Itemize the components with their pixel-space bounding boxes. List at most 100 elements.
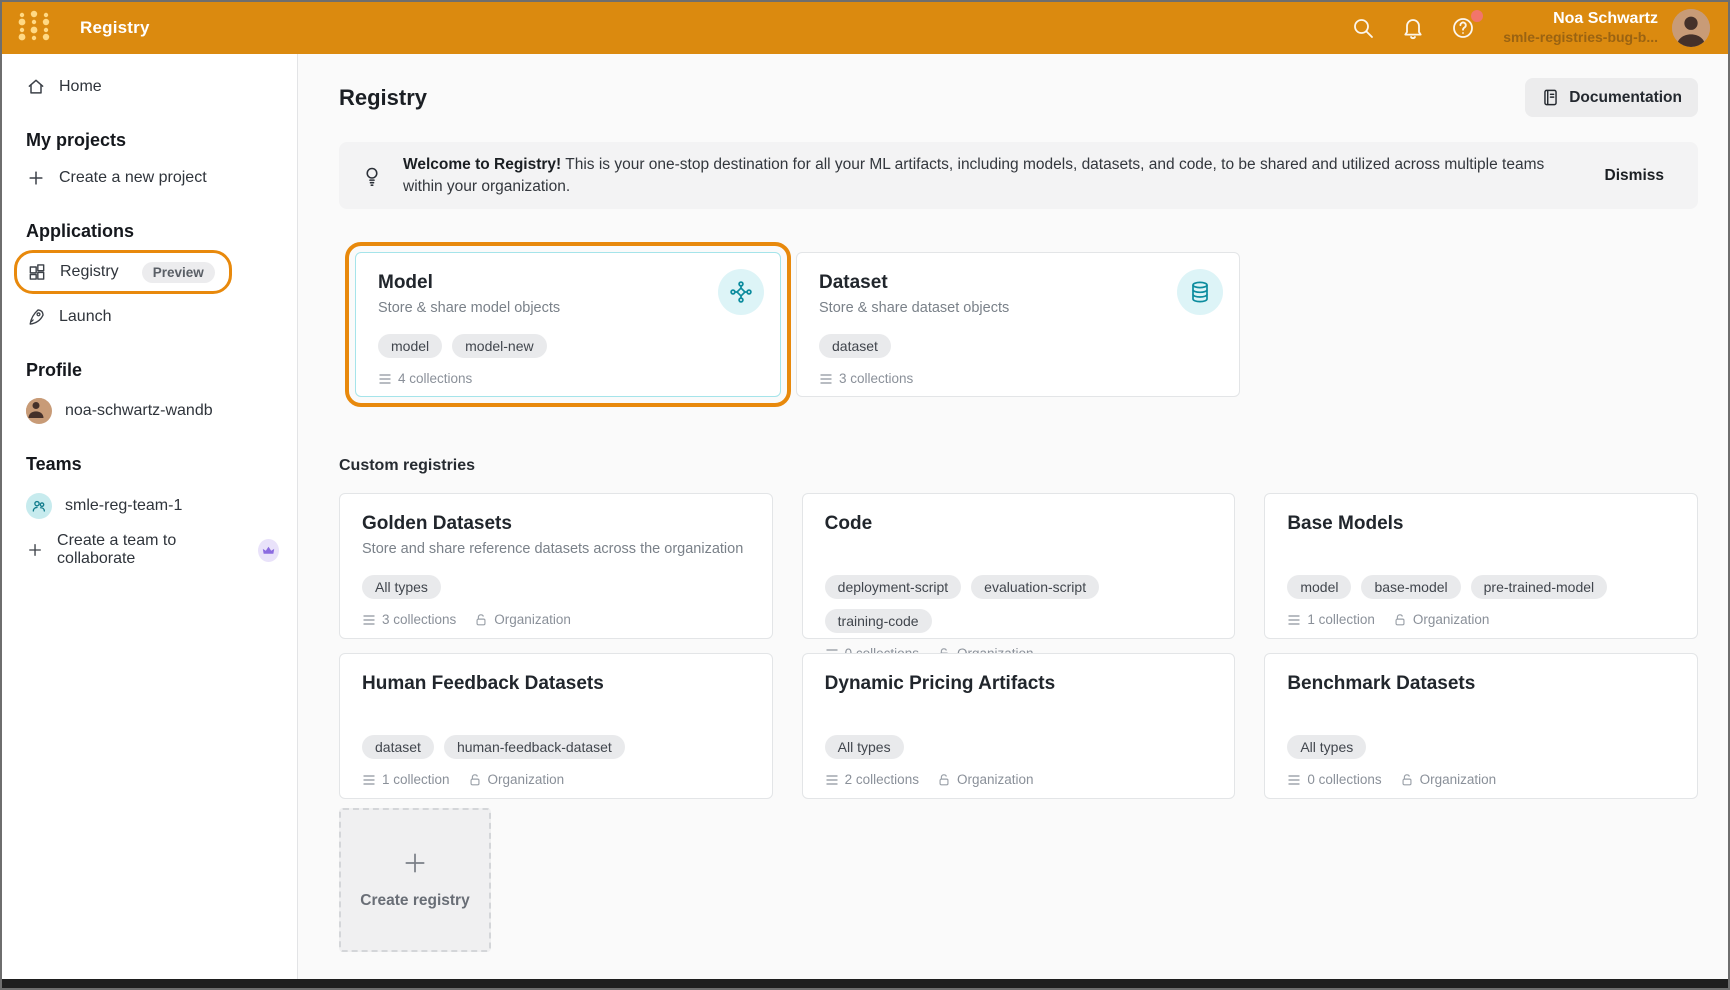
- applications-header: Applications: [26, 221, 279, 242]
- preview-badge: Preview: [142, 262, 215, 283]
- registry-card-golden-datasets[interactable]: Golden Datasets Store and share referenc…: [339, 493, 773, 639]
- lock-icon: [474, 613, 488, 627]
- tag-pill: All types: [362, 575, 441, 599]
- plus-icon: [26, 168, 46, 188]
- user-avatar[interactable]: [1672, 9, 1710, 47]
- lightbulb-icon: [361, 165, 383, 187]
- sidebar: Home My projects Create a new project Ap…: [2, 54, 298, 981]
- tag-pill: training-code: [825, 609, 932, 633]
- card-description: Store & share model objects: [378, 300, 758, 320]
- banner-title: Welcome to Registry!: [403, 156, 561, 173]
- collections-count: 0 collections: [1287, 772, 1381, 787]
- list-icon: [362, 773, 376, 787]
- team-avatar: [26, 493, 52, 519]
- registry-card-dataset[interactable]: Dataset Store & share dataset objects da…: [796, 252, 1240, 397]
- tag-pill: model-new: [452, 334, 546, 358]
- card-description: [825, 701, 1213, 721]
- collections-count: 3 collections: [819, 371, 913, 386]
- registry-card-code[interactable]: Code deployment-script evaluation-script…: [802, 493, 1236, 639]
- card-title: Golden Datasets: [362, 513, 750, 535]
- create-registry-button[interactable]: Create registry: [339, 808, 491, 952]
- collections-count: 2 collections: [825, 772, 919, 787]
- sidebar-item-label: Home: [59, 78, 102, 96]
- create-team-button[interactable]: Create a team to collaborate: [26, 533, 279, 567]
- book-icon: [1541, 88, 1560, 107]
- user-name: Noa Schwartz: [1503, 9, 1658, 29]
- help-icon[interactable]: [1451, 16, 1475, 40]
- notifications-bell-icon[interactable]: [1401, 16, 1425, 40]
- teams-header: Teams: [26, 454, 279, 475]
- card-title: Code: [825, 513, 1213, 535]
- card-title: Model: [378, 272, 758, 294]
- create-project-button[interactable]: Create a new project: [26, 161, 279, 195]
- card-description: Store & share dataset objects: [819, 300, 1217, 320]
- home-icon: [26, 77, 46, 97]
- registry-card-base-models[interactable]: Base Models model base-model pre-trained…: [1264, 493, 1698, 639]
- card-title: Human Feedback Datasets: [362, 673, 750, 695]
- lock-icon: [1393, 613, 1407, 627]
- registry-icon: [27, 262, 47, 282]
- documentation-button[interactable]: Documentation: [1525, 78, 1698, 117]
- card-description: [1287, 541, 1675, 561]
- visibility-label: Organization: [474, 612, 571, 627]
- registry-card-model[interactable]: Model Store & share model objects model …: [355, 252, 781, 397]
- card-title: Base Models: [1287, 513, 1675, 535]
- sidebar-item-team[interactable]: smle-reg-team-1: [26, 489, 279, 523]
- registry-label: Registry: [60, 263, 119, 281]
- page-title: Registry: [339, 85, 427, 111]
- main-content: Registry Documentation Welcome to Regist…: [298, 54, 1728, 981]
- sidebar-item-launch[interactable]: Launch: [26, 300, 279, 334]
- card-description: Store and share reference datasets acros…: [362, 541, 750, 561]
- registry-card-human-feedback-datasets[interactable]: Human Feedback Datasets dataset human-fe…: [339, 653, 773, 799]
- lock-icon: [468, 773, 482, 787]
- create-team-label: Create a team to collaborate: [57, 532, 239, 568]
- profile-name: noa-schwartz-wandb: [65, 402, 213, 420]
- documentation-label: Documentation: [1569, 89, 1682, 107]
- custom-registries-title: Custom registries: [339, 457, 1698, 475]
- card-title: Dynamic Pricing Artifacts: [825, 673, 1213, 695]
- user-org: smle-registries-bug-b...: [1503, 29, 1658, 47]
- registry-card-benchmark-datasets[interactable]: Benchmark Datasets All types 0 collectio…: [1264, 653, 1698, 799]
- tag-pill: deployment-script: [825, 575, 962, 599]
- plus-icon: [402, 850, 428, 876]
- profile-header: Profile: [26, 360, 279, 381]
- list-icon: [1287, 613, 1301, 627]
- topbar: Registry Noa Schwartz smle-registries-bu…: [2, 2, 1728, 54]
- collections-count: 3 collections: [362, 612, 456, 627]
- banner-body: This is your one-stop destination for al…: [403, 156, 1544, 195]
- welcome-banner: Welcome to Registry! This is your one-st…: [339, 142, 1698, 209]
- rocket-icon: [26, 307, 46, 327]
- tag-pill: pre-trained-model: [1471, 575, 1608, 599]
- create-registry-label: Create registry: [360, 892, 469, 910]
- visibility-label: Organization: [1400, 772, 1497, 787]
- collections-count: 1 collection: [1287, 612, 1375, 627]
- sidebar-item-registry[interactable]: Registry Preview: [27, 257, 215, 287]
- collections-count: 1 collection: [362, 772, 450, 787]
- registry-card-dynamic-pricing-artifacts[interactable]: Dynamic Pricing Artifacts All types 2 co…: [802, 653, 1236, 799]
- card-description: [362, 701, 750, 721]
- model-card-annotation: Model Store & share model objects model …: [345, 242, 791, 407]
- list-icon: [825, 773, 839, 787]
- list-icon: [819, 372, 833, 386]
- lock-icon: [937, 773, 951, 787]
- app-title: Registry: [80, 18, 150, 38]
- user-block[interactable]: Noa Schwartz smle-registries-bug-b...: [1503, 9, 1658, 47]
- wandb-logo-icon[interactable]: [14, 9, 54, 47]
- profile-avatar: [26, 398, 52, 424]
- sidebar-item-home[interactable]: Home: [26, 70, 279, 104]
- sidebar-item-profile[interactable]: noa-schwartz-wandb: [26, 394, 279, 428]
- list-icon: [1287, 773, 1301, 787]
- card-title: Dataset: [819, 272, 1217, 294]
- card-description: [1287, 701, 1675, 721]
- dismiss-button[interactable]: Dismiss: [1575, 167, 1676, 185]
- my-projects-header: My projects: [26, 130, 279, 151]
- card-description: [825, 541, 1213, 561]
- tag-pill: dataset: [819, 334, 891, 358]
- registry-highlight-annotation: Registry Preview: [14, 250, 232, 294]
- crown-icon: [262, 544, 275, 557]
- team-name: smle-reg-team-1: [65, 497, 182, 515]
- visibility-label: Organization: [937, 772, 1034, 787]
- search-icon[interactable]: [1351, 16, 1375, 40]
- tag-pill: base-model: [1361, 575, 1460, 599]
- notification-dot: [1471, 10, 1483, 22]
